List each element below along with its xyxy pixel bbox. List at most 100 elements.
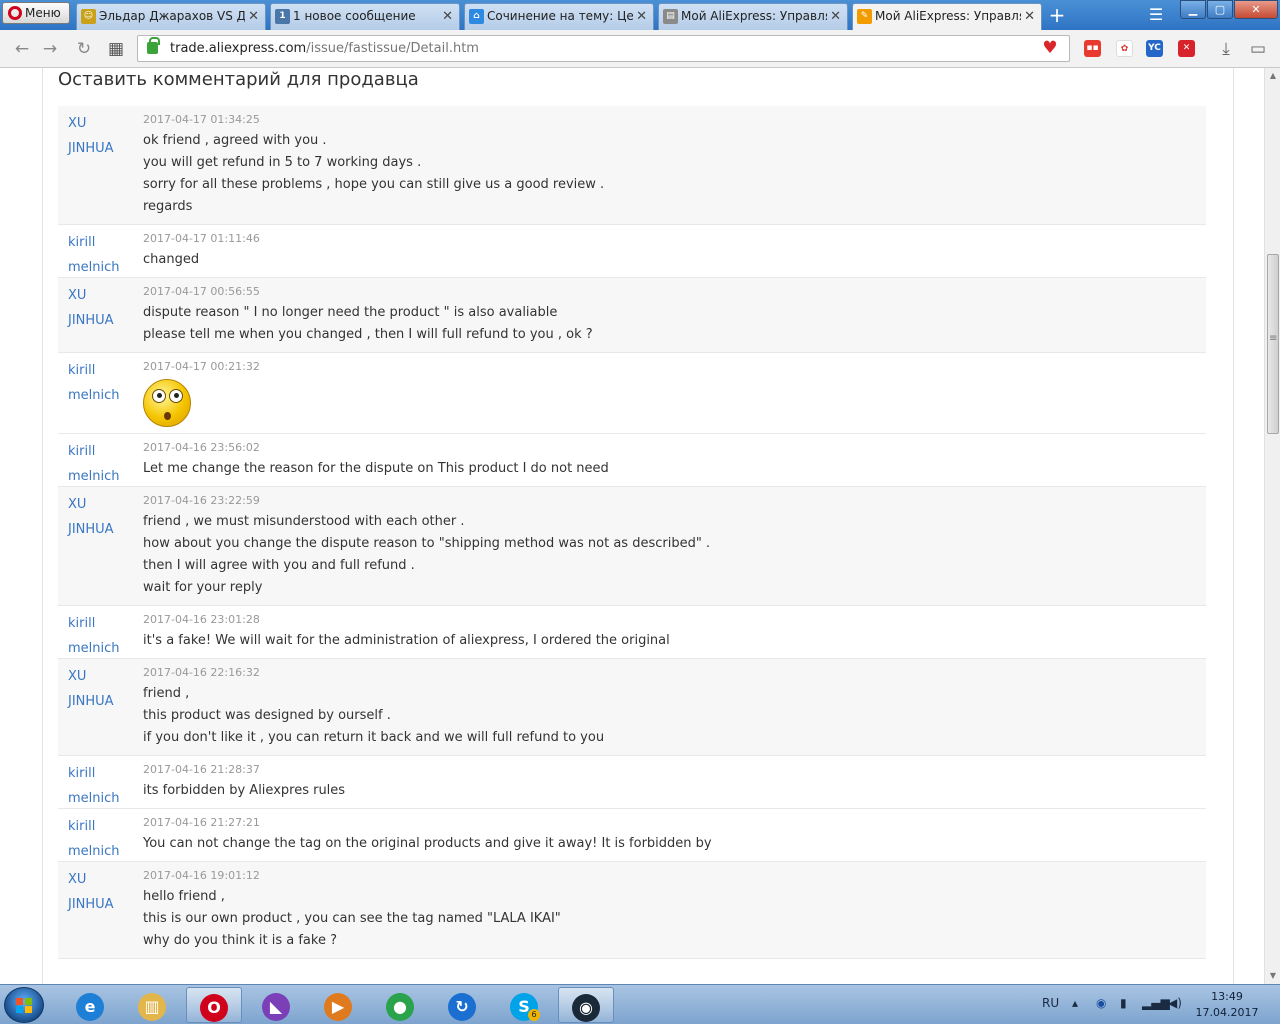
message-body: 2017-04-17 00:56:55 dispute reason " I no… <box>143 283 1206 346</box>
maximize-icon[interactable]: ▢ <box>1207 0 1233 19</box>
forward-icon[interactable]: → <box>40 39 60 59</box>
menu-label: Меню <box>25 6 61 20</box>
page-scrollbar[interactable]: ▲ ▼ <box>1264 68 1280 984</box>
clock-time: 13:49 <box>1211 990 1243 1003</box>
message-text-line: please tell me when you changed , then I… <box>143 327 593 342</box>
tab-favicon-icon: ✎ <box>857 9 872 24</box>
message-text-line: friend , <box>143 686 190 701</box>
author-first-name: kirill <box>68 616 96 631</box>
battery-saver-icon[interactable]: ▭ <box>1248 39 1268 59</box>
taskbar-media-player-icon[interactable]: ▶ <box>310 987 366 1023</box>
tab-close-icon[interactable]: ✕ <box>636 4 647 29</box>
message-row: XU JINHUA 2017-04-16 22:16:32 friend , this … <box>58 659 1206 756</box>
tab-menu-icon[interactable]: ☰ <box>1146 6 1166 24</box>
message-author[interactable]: kirill melnich <box>68 358 138 408</box>
back-icon[interactable]: ← <box>12 39 32 59</box>
bookmark-heart-icon[interactable]: ♥ <box>1036 36 1064 60</box>
message-text-line: how about you change the dispute reason … <box>143 536 711 551</box>
extension-flower-icon[interactable]: ✿ <box>1116 40 1133 57</box>
author-first-name: XU <box>68 669 87 684</box>
tab-close-icon[interactable]: ✕ <box>248 4 259 29</box>
message-text-line: why do you think it is a fake ? <box>143 933 337 948</box>
close-window-icon[interactable]: ✕ <box>1234 0 1278 19</box>
message-timestamp: 2017-04-17 01:11:46 <box>143 232 260 245</box>
message-author[interactable]: XU JINHUA <box>68 111 138 161</box>
tab-title: Сочинение на тему: Ценн <box>487 9 633 23</box>
author-first-name: kirill <box>68 819 96 834</box>
author-first-name: kirill <box>68 444 96 459</box>
speed-dial-grid-icon[interactable]: ▦ <box>106 39 126 59</box>
taskbar-internet-explorer-icon[interactable]: e <box>62 987 118 1023</box>
scrollbar-thumb[interactable] <box>1267 254 1279 434</box>
message-timestamp: 2017-04-17 01:34:25 <box>143 113 260 126</box>
message-timestamp: 2017-04-16 21:27:21 <box>143 816 260 829</box>
tab-title: Мой AliExpress: Управлять <box>681 9 827 23</box>
taskbar-update-client-icon[interactable]: ↻ <box>434 987 490 1023</box>
scroll-down-icon[interactable]: ▼ <box>1265 968 1280 984</box>
message-text-line: changed <box>143 252 200 267</box>
tab-title: Эльдар Джарахов VS Дми <box>99 9 245 23</box>
extension-yc-icon[interactable]: YC <box>1146 40 1163 57</box>
message-author[interactable]: XU JINHUA <box>68 867 138 917</box>
start-button[interactable] <box>4 987 44 1023</box>
taskbar-visual-studio-icon[interactable]: ◣ <box>248 987 304 1023</box>
taskbar-chrome-icon[interactable]: ● <box>372 987 428 1023</box>
message-author[interactable]: kirill melnich <box>68 814 138 864</box>
message-text-line: its forbidden by Aliexpres rules <box>143 783 346 798</box>
message-body: 2017-04-16 19:01:12 hello friend , this is… <box>143 867 1206 952</box>
message-author[interactable]: kirill melnich <box>68 439 138 489</box>
message-timestamp: 2017-04-16 23:56:02 <box>143 441 260 454</box>
browser-tab[interactable]: ☺Эльдар Джарахов VS Дми✕ <box>76 3 266 30</box>
message-author[interactable]: XU JINHUA <box>68 492 138 542</box>
taskbar-steam-icon[interactable]: ◉ <box>558 987 614 1023</box>
message-timestamp: 2017-04-16 23:22:59 <box>143 494 260 507</box>
browser-tab[interactable]: 11 новое сообщение ✕ <box>270 3 460 30</box>
network-icon[interactable]: ▂▄▆ <box>1142 995 1170 1011</box>
extension-red-icon[interactable]: ▪▪ <box>1084 40 1101 57</box>
tab-close-icon[interactable]: ✕ <box>1024 4 1035 29</box>
browser-tab[interactable]: ✎Мой AliExpress: Управлять✕ <box>852 3 1042 30</box>
volume-icon[interactable]: ◀) <box>1168 995 1182 1011</box>
message-author[interactable]: XU JINHUA <box>68 664 138 714</box>
taskbar-file-explorer-icon[interactable]: ▥ <box>124 987 180 1023</box>
address-bar[interactable]: trade.aliexpress.com/issue/fastissue/Det… <box>137 35 1070 62</box>
message-body: 2017-04-16 21:28:37 its forbidden by Alie… <box>143 761 1206 802</box>
new-tab-icon[interactable]: + <box>1046 4 1068 26</box>
opera-menu-button[interactable]: Меню <box>2 2 70 24</box>
message-author[interactable]: kirill melnich <box>68 230 138 280</box>
clock[interactable]: 13:49 17.04.2017 <box>1192 989 1262 1021</box>
message-row: kirill melnich 2017-04-16 23:56:02 Let me c… <box>58 434 1206 487</box>
message-timestamp: 2017-04-16 22:16:32 <box>143 666 260 679</box>
page-viewport: Оставить комментарий для продавца XU JINH… <box>0 68 1264 984</box>
message-author[interactable]: XU JINHUA <box>68 283 138 333</box>
message-text-line: friend , we must misunderstood with each… <box>143 514 465 529</box>
author-last-name: melnich <box>68 641 120 656</box>
browser-tab[interactable]: ▤Мой AliExpress: Управлять✕ <box>658 3 848 30</box>
url-path: /issue/fastissue/Detail.htm <box>306 41 479 56</box>
message-text-line: dispute reason " I no longer need the pr… <box>143 305 558 320</box>
taskbar-skype-icon[interactable]: S6 <box>496 987 552 1023</box>
message-timestamp: 2017-04-17 00:21:32 <box>143 360 260 373</box>
language-indicator[interactable]: RU <box>1042 995 1059 1011</box>
scroll-up-icon[interactable]: ▲ <box>1265 68 1280 84</box>
minimize-icon[interactable]: ▁ <box>1180 0 1206 19</box>
message-row: XU JINHUA 2017-04-17 00:56:55 dispute reaso… <box>58 278 1206 353</box>
author-first-name: kirill <box>68 363 96 378</box>
skype-badge: 6 <box>528 1009 540 1021</box>
message-body: 2017-04-17 00:21:32 <box>143 358 1206 427</box>
downloads-icon[interactable]: ⤓ <box>1216 39 1236 59</box>
tray-battery-icon[interactable]: ▮ <box>1120 995 1127 1011</box>
message-row: kirill melnich 2017-04-16 21:27:21 You can … <box>58 809 1206 862</box>
message-author[interactable]: kirill melnich <box>68 761 138 811</box>
author-last-name: JINHUA <box>68 141 114 156</box>
tab-close-icon[interactable]: ✕ <box>442 4 453 29</box>
extension-shield-icon[interactable]: ✕ <box>1178 40 1195 57</box>
reload-icon[interactable]: ↻ <box>74 39 94 59</box>
browser-tab[interactable]: ⌂Сочинение на тему: Ценн✕ <box>464 3 654 30</box>
tab-close-icon[interactable]: ✕ <box>830 4 841 29</box>
message-author[interactable]: kirill melnich <box>68 611 138 661</box>
message-row: kirill melnich 2017-04-17 01:11:46 changed <box>58 225 1206 278</box>
taskbar-opera-icon[interactable]: O <box>186 987 242 1023</box>
tray-app-icon[interactable]: ◉ <box>1096 995 1106 1011</box>
tray-expand-icon[interactable]: ▴ <box>1072 995 1078 1011</box>
